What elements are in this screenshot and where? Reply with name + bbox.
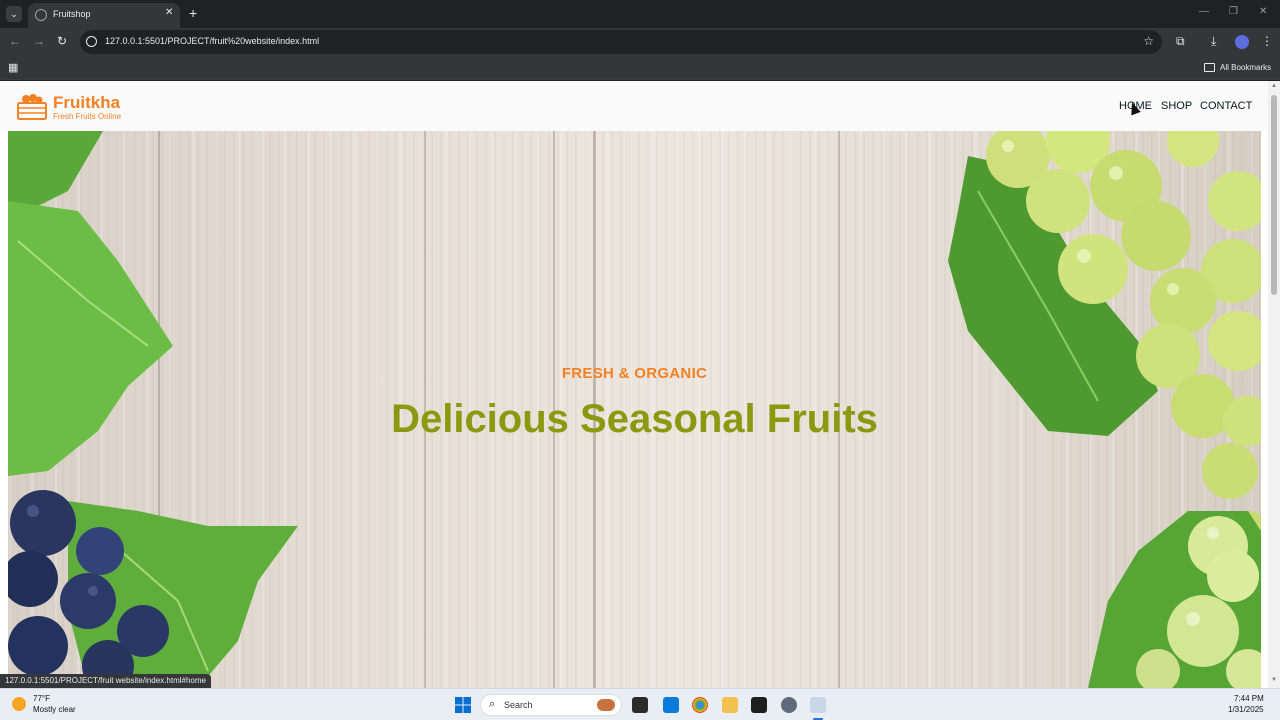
window-close-icon[interactable]: ✕ [1259, 6, 1267, 17]
browser-toolbar: ← → ↻ 127.0.0.1:5501/PROJECT/fruit%20web… [0, 28, 1280, 56]
grape [1207, 550, 1259, 602]
scroll-thumb[interactable] [1271, 95, 1277, 295]
nav-contact[interactable]: CONTACT [1200, 100, 1252, 112]
chrome-icon[interactable] [692, 697, 708, 713]
taskbar: 77°F Mostly clear ⌕ Search 7:44 PM 1/31/… [0, 688, 1280, 720]
site-info-icon[interactable] [86, 36, 97, 47]
folder-icon[interactable] [1204, 63, 1215, 72]
scroll-up-icon[interactable]: ▲ [1271, 83, 1277, 89]
file-explorer-icon[interactable] [722, 697, 738, 713]
bookmark-star-icon[interactable]: ☆ [1143, 34, 1154, 48]
page-scrollbar[interactable]: ▲ ▼ [1268, 81, 1280, 688]
crate-logo-icon[interactable] [17, 93, 47, 120]
all-bookmarks-link[interactable]: All Bookmarks [1220, 63, 1271, 72]
blueberry [8, 616, 68, 676]
back-icon[interactable]: ← [9, 34, 21, 48]
grape [1202, 443, 1258, 499]
settings-gear-icon[interactable] [781, 697, 797, 713]
grape [1150, 268, 1216, 334]
grape [1121, 201, 1191, 271]
new-tab-button[interactable]: + [189, 5, 197, 21]
grape [1208, 311, 1261, 371]
close-tab-icon[interactable]: ✕ [165, 7, 173, 18]
hero-subtitle: FRESH & ORGANIC [561, 365, 708, 382]
windows-start-icon[interactable] [455, 697, 471, 713]
tab-title: Fruitshop [53, 9, 91, 19]
vscode-icon[interactable] [663, 697, 679, 713]
blueberry [8, 551, 58, 607]
tab-fruitshop[interactable]: Fruitshop ✕ [28, 3, 180, 28]
blueberry [76, 527, 124, 575]
blueberry [60, 573, 116, 629]
profile-avatar[interactable] [1235, 35, 1249, 49]
snipping-tool-icon[interactable] [810, 697, 826, 713]
menu-icon[interactable]: ⋮ [1261, 34, 1273, 48]
downloads-icon[interactable]: ⤓ [1211, 34, 1216, 49]
grape [1167, 131, 1219, 167]
hero-title: Delicious Seasonal Fruits [391, 397, 878, 441]
favicon-icon [35, 9, 47, 21]
search-highlight-icon [597, 699, 615, 711]
task-view-icon[interactable] [632, 697, 648, 713]
nav-shop[interactable]: SHOP [1161, 100, 1192, 112]
weather-icon[interactable] [12, 697, 26, 711]
grape [1167, 595, 1239, 667]
bookmarks-bar: ▦ All Bookmarks [0, 56, 1280, 80]
address-bar[interactable]: 127.0.0.1:5501/PROJECT/fruit%20website/i… [80, 30, 1162, 54]
clock-date[interactable]: 1/31/2025 [1228, 705, 1264, 714]
search-icon: ⌕ [489, 698, 496, 710]
minimize-icon[interactable]: — [1199, 6, 1209, 17]
search-placeholder: Search [504, 700, 533, 710]
tab-strip: ⌄ Fruitshop ✕ + — ❐ ✕ [0, 0, 1280, 28]
tab-list-icon[interactable]: ⌄ [6, 6, 22, 22]
forward-icon[interactable]: → [33, 34, 45, 48]
weather-desc[interactable]: Mostly clear [33, 705, 76, 714]
apps-icon[interactable]: ▦ [8, 61, 18, 74]
weather-temp[interactable]: 77°F [33, 694, 50, 703]
clock-time[interactable]: 7:44 PM [1234, 694, 1264, 703]
reload-icon[interactable]: ↻ [57, 34, 67, 48]
site-header: Fruitkha Fresh Fruits Online HOME SHOP C… [0, 81, 1268, 131]
scroll-down-icon[interactable]: ▼ [1271, 677, 1277, 683]
logo-name[interactable]: Fruitkha [53, 93, 120, 113]
logo-tagline: Fresh Fruits Online [53, 112, 122, 121]
status-url: 127.0.0.1:5501/PROJECT/fruit website/ind… [0, 674, 211, 688]
grape [1026, 169, 1090, 233]
taskbar-search[interactable]: ⌕ Search [480, 694, 622, 716]
grape [1208, 171, 1261, 231]
maximize-icon[interactable]: ❐ [1229, 6, 1238, 17]
extensions-icon[interactable]: ⧉ [1176, 34, 1185, 49]
grape [1058, 234, 1128, 304]
address-url[interactable]: 127.0.0.1:5501/PROJECT/fruit%20website/i… [105, 36, 319, 46]
blueberry [10, 490, 76, 556]
hero-banner: FRESH & ORGANIC Delicious Seasonal Fruit… [8, 131, 1261, 688]
page-viewport: Fruitkha Fresh Fruits Online HOME SHOP C… [0, 81, 1280, 688]
terminal-icon[interactable] [751, 697, 767, 713]
